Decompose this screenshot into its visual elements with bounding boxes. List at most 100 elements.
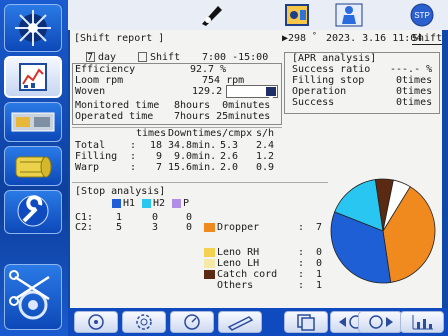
top-toolbar: STP — [68, 0, 448, 30]
legend-h1-swatch — [112, 199, 121, 208]
row-warp-label: Warp — [75, 162, 100, 173]
row-filling-sh: 1.2 — [256, 151, 275, 162]
cause-leno-lh-sep: : — [298, 258, 305, 269]
day-label: day — [98, 52, 117, 63]
next-button[interactable] — [358, 311, 402, 333]
operator-icon — [335, 3, 363, 27]
scissors-tool-button[interactable] — [196, 2, 226, 28]
bottom-toolbar — [68, 308, 448, 336]
row-filling-times: 9 — [156, 151, 163, 162]
time-range: 7:00 -15:00 — [202, 52, 269, 63]
row-warp-downtime: 15.6min. — [168, 162, 217, 173]
shift-selector[interactable]: Shift — [412, 34, 443, 45]
row-filling-downtime: 9.0min. — [174, 151, 217, 162]
stop-button[interactable]: STP — [404, 2, 440, 28]
chart-button[interactable] — [400, 311, 444, 333]
woven-label: Woven — [75, 86, 106, 97]
row-total-downtime: 34.8min. — [168, 140, 217, 151]
legend-p-swatch — [172, 199, 181, 208]
sidebar-maintenance-button[interactable] — [4, 190, 62, 234]
legend-h2-label: H2 — [153, 198, 166, 209]
starburst-icon — [15, 10, 51, 46]
stop-analysis-box — [72, 182, 328, 304]
cause-catch-cord-sep: : — [298, 269, 305, 280]
woven-value: 129.2 — [192, 86, 223, 97]
cause-dropper-sep: : — [298, 222, 305, 233]
woven-unit-dropdown[interactable] — [226, 85, 278, 100]
cause-catch-cord-swatch — [204, 270, 215, 279]
next-gear-icon — [369, 315, 393, 329]
sidebar-fabric-button[interactable] — [4, 146, 62, 186]
apr-filling-stop-value: 0times — [396, 75, 433, 86]
col-downtime: Downtime — [168, 128, 217, 139]
cause-leno-rh-value: 0 — [316, 247, 323, 258]
apr-operation-value: 0times — [396, 86, 433, 97]
row-total-times: 18 — [150, 140, 163, 151]
row-warp-sep: : — [130, 162, 137, 173]
cause-others-sep: : — [298, 280, 305, 291]
stop-icon: STP — [410, 3, 434, 27]
col-times: times — [136, 128, 167, 139]
day-count: 7 — [87, 52, 94, 63]
c2-h1: 5 — [116, 222, 123, 233]
apr-success-label: Success — [292, 97, 335, 108]
cause-others-label: Others — [217, 280, 254, 291]
efficiency-label: Efficiency — [75, 64, 136, 75]
gear-settings-button[interactable] — [122, 311, 166, 333]
loom-rpm-label: Loom rpm — [75, 75, 124, 86]
legend-h1-label: H1 — [123, 198, 136, 209]
c2-label: C2: — [75, 222, 94, 233]
datetime: 2023. 3.16 11:04 — [326, 33, 423, 44]
copy-button[interactable] — [284, 311, 328, 333]
col-scmpx: s/cmpx — [216, 128, 253, 139]
cause-leno-lh-value: 0 — [316, 258, 323, 269]
machine-icon — [11, 112, 55, 132]
sidebar-report-button[interactable] — [4, 56, 62, 98]
rpm-button[interactable] — [170, 311, 214, 333]
monitored-time-label: Monitored time — [75, 100, 160, 111]
row-total-sh: 2.4 — [256, 140, 275, 151]
apr-operation-label: Operation — [292, 86, 347, 97]
row-filling-label: Filling — [75, 151, 118, 162]
shift-checkbox[interactable] — [138, 52, 147, 62]
page-title: [Shift report ] — [74, 33, 165, 44]
apr-success-ratio-label: Success ratio — [292, 64, 371, 75]
cause-dropper-label: Dropper — [217, 222, 260, 233]
chart-report-icon — [19, 63, 47, 91]
row-filling-scmpx: 2.6 — [220, 151, 239, 162]
gear-icon — [88, 314, 104, 330]
badge-icon — [285, 4, 309, 26]
stop-analysis-title: [Stop analysis] — [75, 186, 166, 197]
operator-button[interactable] — [334, 2, 364, 28]
gear-button[interactable] — [74, 311, 118, 333]
sidebar — [0, 0, 68, 336]
apr-filling-stop-label: Filling stop — [292, 75, 365, 86]
edit-button[interactable] — [218, 311, 262, 333]
gear-settings-icon — [136, 314, 152, 330]
sidebar-settings-button[interactable] — [4, 264, 62, 330]
copy-icon — [297, 314, 315, 331]
sidebar-machine-button[interactable] — [4, 102, 62, 142]
cause-dropper-value: 7 — [316, 222, 323, 233]
efficiency-value: 92.7 % — [190, 64, 227, 75]
pencil-icon — [227, 316, 254, 331]
row-total-scmpx: 5.3 — [220, 140, 239, 151]
stop-analysis-pie-chart — [330, 178, 436, 284]
row-filling-sep: : — [130, 151, 137, 162]
apr-success-ratio-value: ---.- % — [390, 64, 433, 75]
svg-text:STP: STP — [414, 11, 430, 20]
apr-title: [APR analysis] — [292, 53, 377, 64]
cause-catch-cord-value: 1 — [316, 269, 323, 280]
col-sh: s/h — [256, 128, 275, 139]
wrench-icon — [17, 195, 49, 227]
badge-button[interactable] — [282, 2, 312, 28]
cause-dropper-swatch — [204, 223, 215, 232]
sidebar-home-button[interactable] — [4, 4, 62, 52]
cause-leno-rh-label: Leno RH — [217, 247, 260, 258]
row-warp-sh: 0.9 — [256, 162, 275, 173]
c2-h2: 3 — [152, 222, 159, 233]
legend-h2-swatch — [142, 199, 151, 208]
monitored-time-value: 8hours 0minutes — [174, 100, 271, 111]
scissors-gear-icon — [9, 270, 50, 320]
rpm-gauge-icon — [184, 314, 200, 330]
